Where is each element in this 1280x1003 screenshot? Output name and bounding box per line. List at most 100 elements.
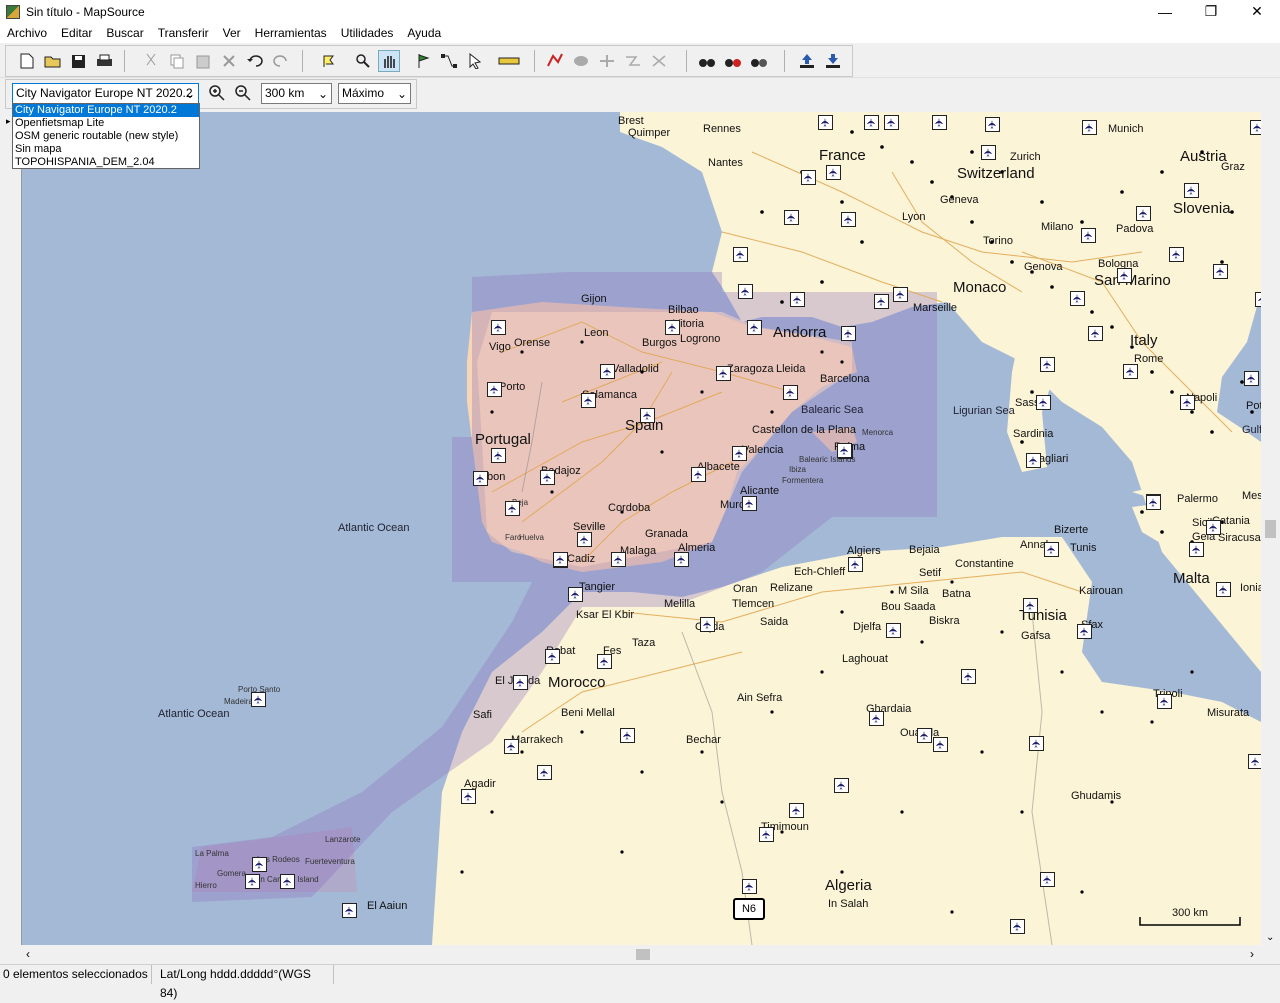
find-binoculars-icon[interactable] bbox=[696, 50, 718, 72]
menu-archivo[interactable]: Archivo bbox=[0, 26, 54, 40]
airport-icon[interactable] bbox=[1040, 357, 1055, 372]
open-folder-icon[interactable] bbox=[42, 50, 64, 72]
airport-icon[interactable] bbox=[700, 617, 715, 632]
airport-icon[interactable] bbox=[674, 552, 689, 567]
airport-icon[interactable] bbox=[577, 532, 592, 547]
receive-from-device-icon[interactable] bbox=[822, 50, 844, 72]
airport-icon[interactable] bbox=[841, 212, 856, 227]
undo-icon[interactable] bbox=[244, 50, 266, 72]
airport-icon[interactable] bbox=[834, 778, 849, 793]
airport-icon[interactable] bbox=[1169, 247, 1184, 262]
airport-icon[interactable] bbox=[491, 448, 506, 463]
airport-icon[interactable] bbox=[826, 165, 841, 180]
expand-panel-icon[interactable]: ▸ bbox=[6, 116, 11, 127]
menu-transferir[interactable]: Transferir bbox=[151, 26, 216, 40]
track-split-icon[interactable] bbox=[648, 50, 670, 72]
airport-icon[interactable] bbox=[553, 552, 568, 567]
airport-icon[interactable] bbox=[886, 623, 901, 638]
airport-icon[interactable] bbox=[1244, 371, 1259, 386]
send-to-device-icon[interactable] bbox=[796, 50, 818, 72]
airport-icon[interactable] bbox=[893, 287, 908, 302]
airport-icon[interactable] bbox=[537, 765, 552, 780]
airport-icon[interactable] bbox=[1189, 542, 1204, 557]
airport-icon[interactable] bbox=[801, 170, 816, 185]
distance-tool-icon[interactable] bbox=[498, 50, 520, 72]
copy-icon[interactable] bbox=[166, 50, 188, 72]
scroll-left-arrow-icon[interactable]: ‹ bbox=[26, 947, 30, 961]
track-filter-icon[interactable] bbox=[596, 50, 618, 72]
new-file-icon[interactable] bbox=[16, 50, 38, 72]
airport-icon[interactable] bbox=[691, 467, 706, 482]
airport-icon[interactable] bbox=[1044, 542, 1059, 557]
zoom-out-icon[interactable] bbox=[232, 82, 254, 104]
redo-icon[interactable] bbox=[270, 50, 292, 72]
map-view[interactable]: France Switzerland Austria Slovenia Mona… bbox=[22, 112, 1261, 945]
menu-editar[interactable]: Editar bbox=[54, 26, 99, 40]
zoom-in-icon[interactable] bbox=[206, 82, 228, 104]
airport-icon[interactable] bbox=[1136, 206, 1151, 221]
airport-icon[interactable] bbox=[611, 552, 626, 567]
airport-icon[interactable] bbox=[732, 446, 747, 461]
map-product-select[interactable]: City Navigator Europe NT 2020.2 ⌄ bbox=[12, 83, 199, 104]
airport-icon[interactable] bbox=[491, 320, 506, 335]
airport-icon[interactable] bbox=[932, 115, 947, 130]
map-option[interactable]: TOPOHISPANIA_DEM_2.04 bbox=[13, 156, 199, 169]
airport-icon[interactable] bbox=[874, 294, 889, 309]
airport-icon[interactable] bbox=[759, 827, 774, 842]
menu-utilidades[interactable]: Utilidades bbox=[334, 26, 401, 40]
airport-icon[interactable] bbox=[933, 737, 948, 752]
airport-icon[interactable] bbox=[742, 879, 757, 894]
zoom-tool-icon[interactable] bbox=[352, 50, 374, 72]
print-icon[interactable] bbox=[93, 50, 115, 72]
airport-icon[interactable] bbox=[1040, 872, 1055, 887]
airport-icon[interactable] bbox=[716, 366, 731, 381]
airport-icon[interactable] bbox=[790, 292, 805, 307]
airport-icon[interactable] bbox=[1157, 694, 1172, 709]
map-option[interactable]: Sin mapa bbox=[13, 143, 199, 156]
area-icon[interactable] bbox=[570, 50, 592, 72]
airport-icon[interactable] bbox=[985, 117, 1000, 132]
vertical-scrollbar[interactable]: ⌄ bbox=[1261, 112, 1280, 945]
airport-icon[interactable] bbox=[545, 649, 560, 664]
airport-icon[interactable] bbox=[837, 443, 852, 458]
airport-icon[interactable] bbox=[789, 803, 804, 818]
scroll-right-arrow-icon[interactable]: › bbox=[1250, 947, 1254, 961]
airport-icon[interactable] bbox=[665, 320, 680, 335]
delete-icon[interactable] bbox=[218, 50, 240, 72]
airport-icon[interactable] bbox=[1117, 268, 1132, 283]
zoom-scale-select[interactable]: 300 km ⌄ bbox=[261, 83, 332, 104]
airport-icon[interactable] bbox=[461, 789, 476, 804]
waypoint-tool-icon[interactable] bbox=[412, 50, 434, 72]
airport-icon[interactable] bbox=[581, 393, 596, 408]
cut-icon[interactable] bbox=[140, 50, 162, 72]
selection-tool-icon[interactable] bbox=[464, 50, 486, 72]
close-button[interactable]: ✕ bbox=[1234, 0, 1280, 23]
airport-icon[interactable] bbox=[1036, 395, 1051, 410]
airport-icon[interactable] bbox=[1250, 120, 1261, 135]
route-tool-icon[interactable] bbox=[438, 50, 460, 72]
airport-icon[interactable] bbox=[981, 145, 996, 160]
airport-icon[interactable] bbox=[869, 711, 884, 726]
menu-herramientas[interactable]: Herramientas bbox=[248, 26, 334, 40]
airport-icon[interactable] bbox=[280, 874, 295, 889]
airport-icon[interactable] bbox=[600, 364, 615, 379]
horizontal-scroll-thumb[interactable] bbox=[636, 949, 650, 960]
airport-icon[interactable] bbox=[1206, 520, 1221, 535]
airport-icon[interactable] bbox=[504, 739, 519, 754]
find-places-icon[interactable] bbox=[722, 50, 744, 72]
maximize-button[interactable]: ❐ bbox=[1188, 0, 1234, 23]
airport-icon[interactable] bbox=[568, 587, 583, 602]
hand-tool-icon[interactable] bbox=[378, 50, 400, 72]
airport-icon[interactable] bbox=[342, 903, 357, 918]
map-option[interactable]: Openfietsmap Lite bbox=[13, 117, 199, 130]
airport-icon[interactable] bbox=[1180, 395, 1195, 410]
airport-icon[interactable] bbox=[245, 874, 260, 889]
airport-icon[interactable] bbox=[747, 320, 762, 335]
vertical-scroll-thumb[interactable] bbox=[1265, 520, 1276, 538]
airport-icon[interactable] bbox=[738, 284, 753, 299]
track-join-icon[interactable] bbox=[622, 50, 644, 72]
airport-icon[interactable] bbox=[473, 471, 488, 486]
airport-icon[interactable] bbox=[733, 247, 748, 262]
airport-icon[interactable] bbox=[848, 557, 863, 572]
airport-icon[interactable] bbox=[783, 385, 798, 400]
